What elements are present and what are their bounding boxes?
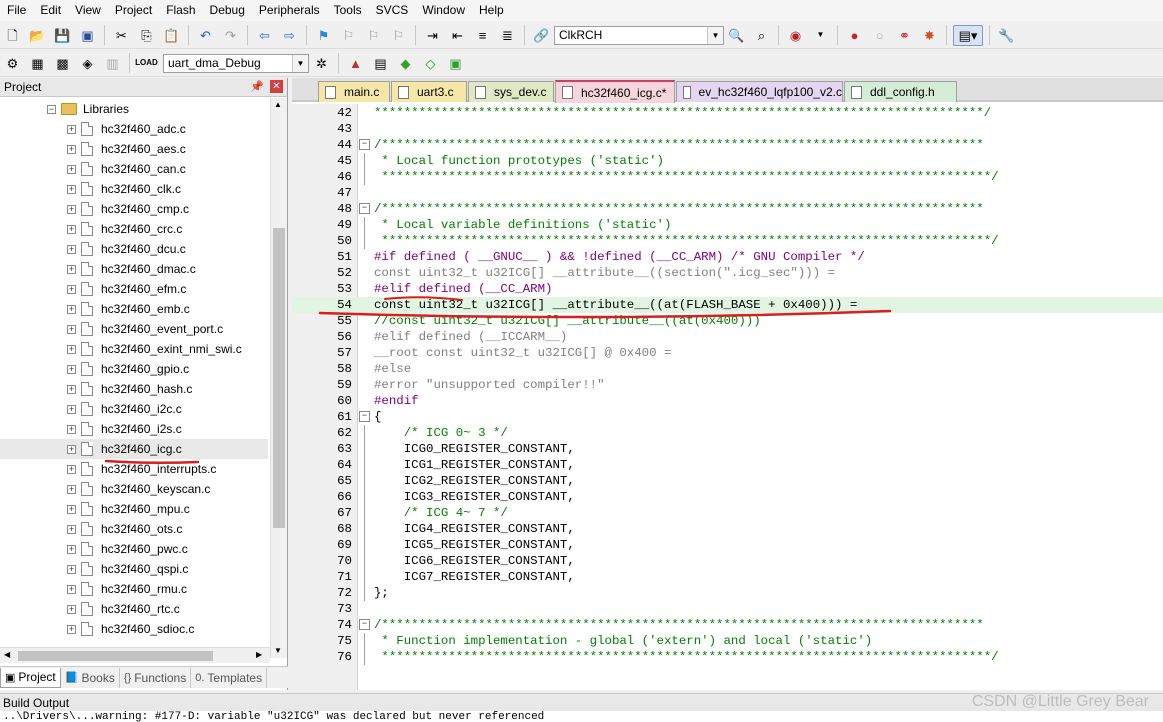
red-underline-code [318, 309, 892, 319]
red-underline-tree [104, 459, 200, 465]
red-annotation-overlay [104, 296, 892, 465]
red-stroke-code [384, 296, 463, 301]
